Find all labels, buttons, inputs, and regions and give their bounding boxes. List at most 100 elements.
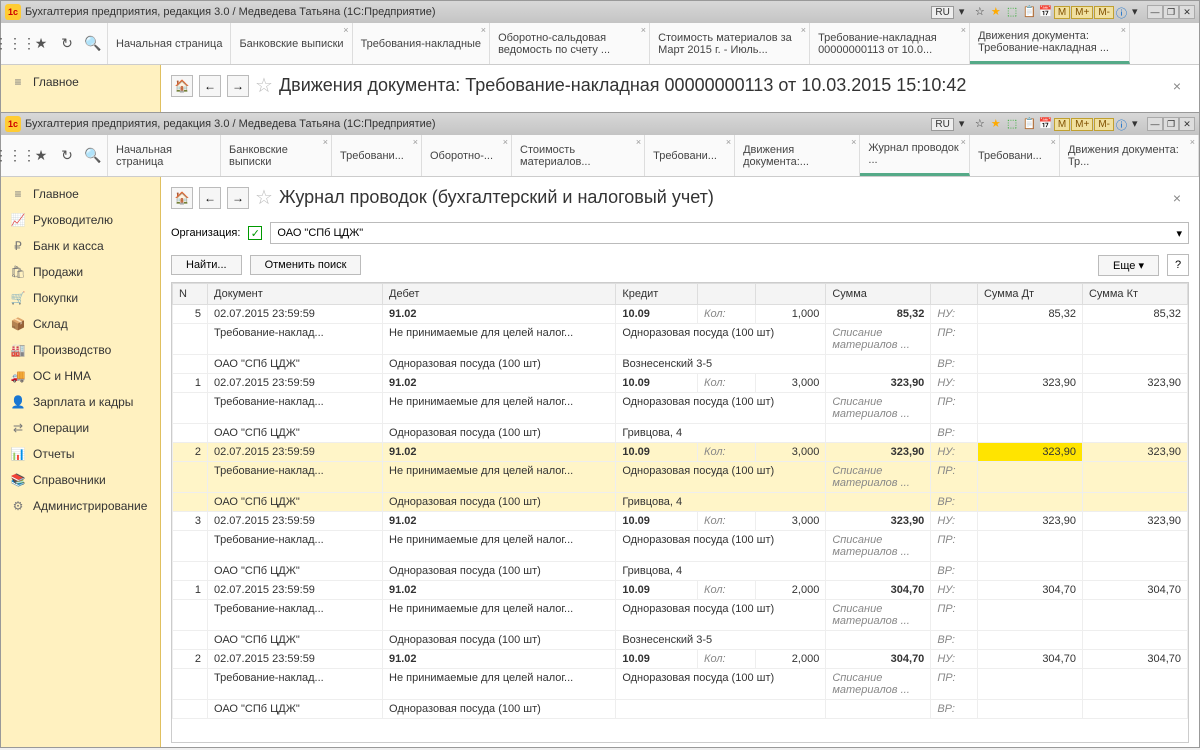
sidebar-item[interactable]: 🏭Производство — [1, 337, 160, 363]
favorite-icon[interactable]: ☆ — [255, 185, 273, 210]
m-button[interactable]: M — [1054, 6, 1070, 19]
close-button[interactable]: ✕ — [1179, 117, 1195, 131]
sidebar-item[interactable]: 📊Отчеты — [1, 441, 160, 467]
favorite-icon[interactable]: ☆ — [255, 73, 273, 98]
toolbar-icon[interactable]: ⬚ — [1007, 117, 1021, 131]
toolbar-icon[interactable]: ☆ — [975, 117, 989, 131]
sidebar-item[interactable]: ⇄Операции — [1, 415, 160, 441]
toolbar-icon[interactable]: 📋 — [1023, 5, 1037, 19]
m-minus-button[interactable]: M- — [1094, 118, 1114, 131]
tab-close-icon[interactable]: × — [726, 137, 731, 147]
tab-close-icon[interactable]: × — [343, 25, 348, 35]
table-row[interactable]: Требование-наклад...Не принимаемые для ц… — [173, 324, 1188, 355]
home-button[interactable]: 🏠 — [171, 187, 193, 209]
tab-close-icon[interactable]: × — [503, 137, 508, 147]
sidebar-item[interactable]: 👤Зарплата и кадры — [1, 389, 160, 415]
toolbar-icon[interactable]: 📋 — [1023, 117, 1037, 131]
dropdown-icon[interactable]: ▾ — [1132, 117, 1146, 131]
tab-close-icon[interactable]: × — [323, 137, 328, 147]
table-row[interactable]: ОАО "СПб ЦДЖ"Одноразовая посуда (100 шт)… — [173, 562, 1188, 581]
cancel-search-button[interactable]: Отменить поиск — [250, 255, 362, 275]
search-icon[interactable]: 🔍 — [85, 148, 101, 164]
home-button[interactable]: 🏠 — [171, 75, 193, 97]
table-row[interactable]: 202.07.2015 23:59:5991.0210.09Кол:3,0003… — [173, 443, 1188, 462]
sidebar-item-main[interactable]: ≡ Главное — [1, 69, 160, 95]
toolbar-icon[interactable]: 📅 — [1039, 5, 1053, 19]
col-credit[interactable]: Кредит — [616, 284, 698, 305]
m-button[interactable]: M — [1054, 118, 1070, 131]
sidebar-item[interactable]: 📈Руководителю — [1, 207, 160, 233]
table-row[interactable]: 102.07.2015 23:59:5991.0210.09Кол:2,0003… — [173, 581, 1188, 600]
lang-badge[interactable]: RU — [931, 6, 953, 19]
search-icon[interactable]: 🔍 — [85, 36, 101, 52]
minimize-button[interactable]: — — [1147, 5, 1163, 19]
tab-close-icon[interactable]: × — [636, 137, 641, 147]
info-icon[interactable]: ⓘ — [1116, 5, 1130, 19]
sidebar-item[interactable]: 🛍Продажи — [1, 259, 160, 285]
col-sumdt[interactable]: Сумма Дт — [977, 284, 1082, 305]
table-row[interactable]: 502.07.2015 23:59:5991.0210.09Кол:1,0008… — [173, 305, 1188, 324]
star-icon[interactable]: ★ — [33, 148, 49, 164]
table-row[interactable]: ОАО "СПб ЦДЖ"Одноразовая посуда (100 шт)… — [173, 700, 1188, 719]
m-plus-button[interactable]: M+ — [1071, 118, 1093, 131]
maximize-button[interactable]: ❐ — [1163, 117, 1179, 131]
toolbar-icon[interactable]: ★ — [991, 5, 1005, 19]
tab[interactable]: Банковские выписки× — [231, 23, 352, 64]
sidebar-item[interactable]: 📚Справочники — [1, 467, 160, 493]
close-page-button[interactable]: × — [1165, 78, 1189, 94]
table-row[interactable]: ОАО "СПб ЦДЖ"Одноразовая посуда (100 шт)… — [173, 424, 1188, 443]
tab[interactable]: Требовани...× — [970, 135, 1060, 176]
tab-close-icon[interactable]: × — [1121, 25, 1126, 35]
tab-close-icon[interactable]: × — [801, 25, 806, 35]
back-button[interactable]: ← — [199, 187, 221, 209]
star-icon[interactable]: ★ — [33, 36, 49, 52]
tab[interactable]: Начальная страница — [108, 23, 231, 64]
sidebar-item[interactable]: ≡Главное — [1, 181, 160, 207]
tab[interactable]: Движения документа: Требование-накладная… — [970, 23, 1130, 64]
tab[interactable]: Оборотно-сальдовая ведомость по счету ..… — [490, 23, 650, 64]
col-empty[interactable] — [756, 284, 826, 305]
help-button[interactable]: ? — [1167, 254, 1189, 276]
tab-close-icon[interactable]: × — [961, 137, 966, 147]
table-row[interactable]: 302.07.2015 23:59:5991.0210.09Кол:3,0003… — [173, 512, 1188, 531]
col-sum[interactable]: Сумма — [826, 284, 931, 305]
toolbar-icon[interactable]: ▾ — [959, 5, 973, 19]
info-icon[interactable]: ⓘ — [1116, 117, 1130, 131]
table-row[interactable]: 102.07.2015 23:59:5991.0210.09Кол:3,0003… — [173, 374, 1188, 393]
table-row[interactable]: ОАО "СПб ЦДЖ"Одноразовая посуда (100 шт)… — [173, 355, 1188, 374]
table-row[interactable]: 202.07.2015 23:59:5991.0210.09Кол:2,0003… — [173, 650, 1188, 669]
tab[interactable]: Требования-накладные× — [353, 23, 491, 64]
col-sumkt[interactable]: Сумма Кт — [1082, 284, 1187, 305]
grid-icon[interactable]: ⋮⋮⋮ — [7, 36, 23, 52]
col-debit[interactable]: Дебет — [383, 284, 616, 305]
table-row[interactable]: ОАО "СПб ЦДЖ"Одноразовая посуда (100 шт)… — [173, 493, 1188, 512]
toolbar-icon[interactable]: ☆ — [975, 5, 989, 19]
tab[interactable]: Требовани...× — [645, 135, 735, 176]
table-row[interactable]: Требование-наклад...Не принимаемые для ц… — [173, 393, 1188, 424]
tab[interactable]: Стоимость материалов за Март 2015 г. - И… — [650, 23, 810, 64]
table-row[interactable]: Требование-наклад...Не принимаемые для ц… — [173, 600, 1188, 631]
table-row[interactable]: ОАО "СПб ЦДЖ"Одноразовая посуда (100 шт)… — [173, 631, 1188, 650]
table-row[interactable]: Требование-наклад...Не принимаемые для ц… — [173, 531, 1188, 562]
history-icon[interactable]: ↻ — [59, 148, 75, 164]
tab[interactable]: Оборотно-...× — [422, 135, 512, 176]
sidebar-item[interactable]: ⚙Администрирование — [1, 493, 160, 519]
tab-close-icon[interactable]: × — [1190, 137, 1195, 147]
toolbar-icon[interactable]: 📅 — [1039, 117, 1053, 131]
tab-close-icon[interactable]: × — [413, 137, 418, 147]
m-plus-button[interactable]: M+ — [1071, 6, 1093, 19]
sidebar-item[interactable]: ₽Банк и касса — [1, 233, 160, 259]
maximize-button[interactable]: ❐ — [1163, 5, 1179, 19]
find-button[interactable]: Найти... — [171, 255, 242, 275]
toolbar-icon[interactable]: ▾ — [959, 117, 973, 131]
tab[interactable]: Начальная страница — [108, 135, 221, 176]
sidebar-item[interactable]: 📦Склад — [1, 311, 160, 337]
more-button[interactable]: Еще ▾ — [1098, 255, 1159, 276]
col-n[interactable]: N — [173, 284, 208, 305]
table-row[interactable]: Требование-наклад...Не принимаемые для ц… — [173, 669, 1188, 700]
close-button[interactable]: ✕ — [1179, 5, 1195, 19]
tab[interactable]: Движения документа:...× — [735, 135, 860, 176]
col-doc[interactable]: Документ — [208, 284, 383, 305]
tab[interactable]: Стоимость материалов...× — [512, 135, 645, 176]
history-icon[interactable]: ↻ — [59, 36, 75, 52]
